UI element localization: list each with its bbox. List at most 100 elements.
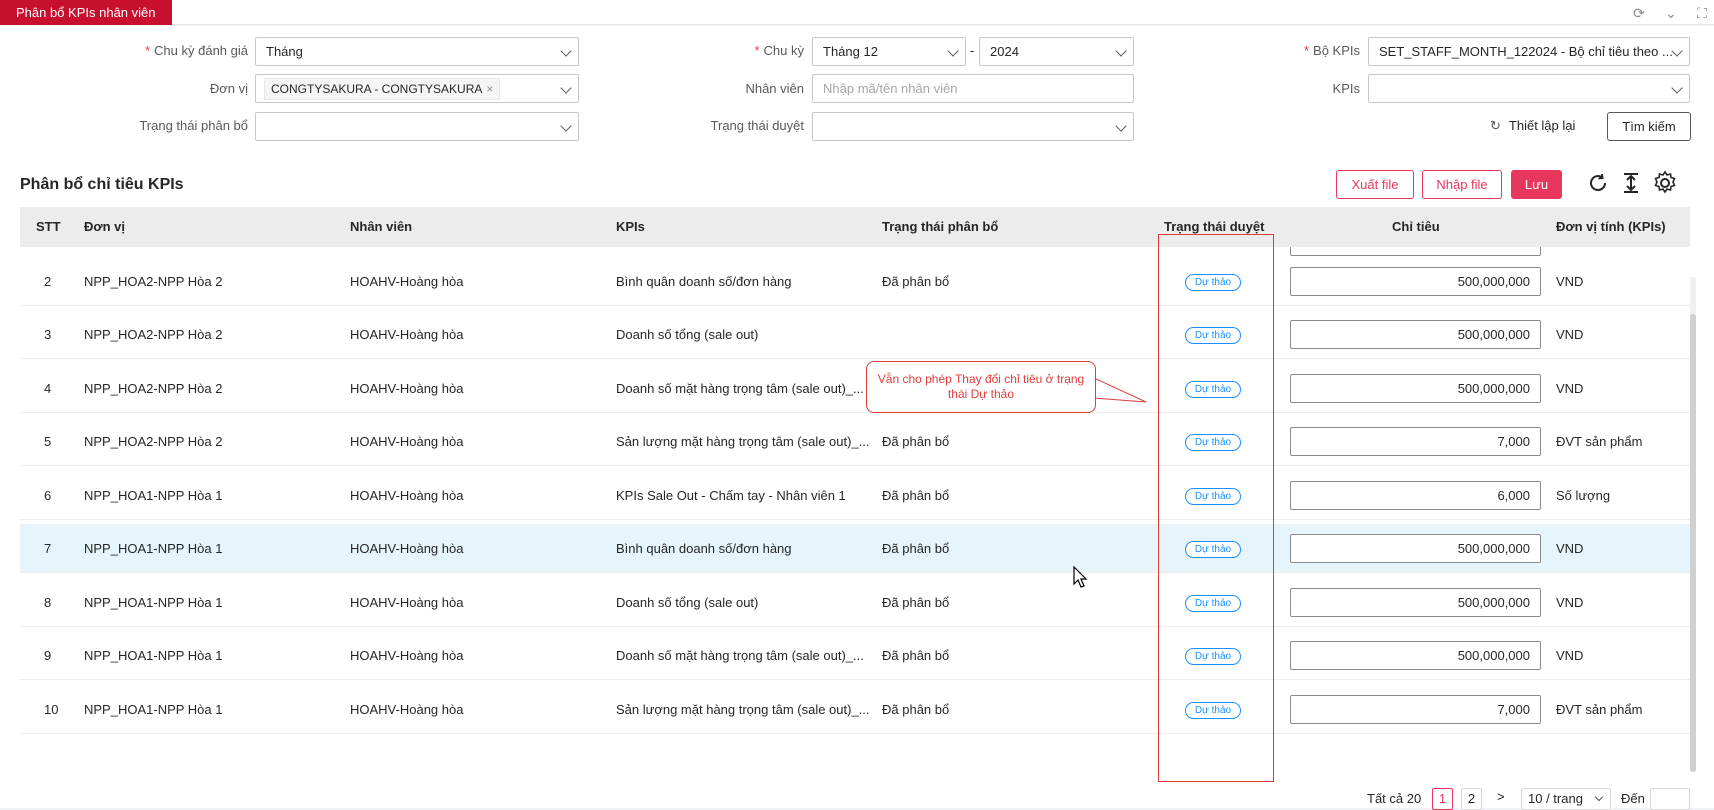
staff-search-input[interactable]: Nhập mã/tên nhân viên xyxy=(812,74,1134,103)
unit-multiselect[interactable]: CONGTYSAKURA - CONGTYSAKURA × xyxy=(255,74,579,103)
cell-alloc-status: Đã phân bổ xyxy=(882,541,950,556)
chevron-down-icon xyxy=(1115,45,1127,57)
target-input[interactable]: 500,000,000 xyxy=(1290,641,1541,670)
cell-staff: HOAHV-Hoàng hòa xyxy=(350,381,464,396)
cell-staff: HOAHV-Hoàng hòa xyxy=(350,648,464,663)
cell-unit: NPP_HOA2-NPP Hòa 2 xyxy=(84,381,223,396)
cell-uom: ĐVT sản phẩm xyxy=(1556,434,1643,449)
refresh-icon: ↻ xyxy=(1490,118,1501,133)
table-header: STT Đơn vị Nhân viên KPIs Trạng thái phâ… xyxy=(20,207,1690,247)
target-input[interactable]: 500,000,000 xyxy=(1290,588,1541,617)
reset-button[interactable]: ↻ Thiết lập lại xyxy=(1490,118,1575,134)
cell-stt: 8 xyxy=(44,595,52,610)
target-input[interactable]: 6,000 xyxy=(1290,481,1541,510)
col-stt[interactable]: STT xyxy=(36,207,61,247)
mouse-cursor-icon xyxy=(1073,566,1088,588)
cell-kpi: Doanh số tổng (sale out) xyxy=(616,327,759,342)
cell-kpi: Sản lượng mặt hàng trọng tâm (sale out)_… xyxy=(616,702,870,717)
col-approve-status[interactable]: Trạng thái duyệt xyxy=(1164,207,1264,247)
import-button[interactable]: Nhập file xyxy=(1422,170,1502,199)
unit-tag: CONGTYSAKURA - CONGTYSAKURA × xyxy=(264,78,501,100)
cell-unit: NPP_HOA2-NPP Hòa 2 xyxy=(84,434,223,449)
cell-kpi: Bình quân doanh số/đơn hàng xyxy=(616,541,792,556)
col-kpis[interactable]: KPIs xyxy=(616,207,645,247)
unit-label: Đơn vị xyxy=(209,81,248,96)
table-row[interactable]: 8 NPP_HOA1-NPP Hòa 1 HOAHV-Hoàng hòa Doa… xyxy=(20,578,1690,627)
status-badge: Dự thảo xyxy=(1185,595,1241,612)
column-height-icon[interactable] xyxy=(1618,170,1644,196)
table-row[interactable]: 6 NPP_HOA1-NPP Hòa 1 HOAHV-Hoàng hòa KPI… xyxy=(20,471,1690,520)
search-button[interactable]: Tìm kiếm xyxy=(1607,112,1691,141)
status-badge: Dự thảo xyxy=(1185,541,1241,558)
cell-stt: 9 xyxy=(44,648,52,663)
cell-uom: VND xyxy=(1556,595,1584,610)
annotation-callout: Vẫn cho phép Thay đổi chỉ tiêu ở trạng t… xyxy=(866,361,1096,413)
chevron-down-icon[interactable]: ⌄ xyxy=(1661,4,1681,22)
main-panel: * Chu kỳ đánh giá Tháng * Chu kỳ Tháng 12 … xyxy=(0,26,1714,810)
cell-staff: HOAHV-Hoàng hòa xyxy=(350,327,464,342)
cell-uom: VND xyxy=(1556,541,1584,556)
kpis-select[interactable] xyxy=(1368,74,1690,103)
kpiset-label: * Bộ KPIs xyxy=(1303,43,1360,58)
target-input[interactable]: 500,000,000 xyxy=(1290,374,1541,403)
target-input[interactable]: 500,000,000 xyxy=(1290,267,1541,296)
table-row[interactable]: 9 NPP_HOA1-NPP Hòa 1 HOAHV-Hoàng hòa Doa… xyxy=(20,631,1690,680)
page-size-select[interactable]: 10 / trang xyxy=(1521,788,1611,810)
kpiset-select[interactable]: SET_STAFF_MONTH_122024 - Bộ chỉ tiêu the… xyxy=(1368,37,1690,66)
status-badge: Dự thảo xyxy=(1185,381,1241,398)
page-1-button[interactable]: 1 xyxy=(1432,788,1453,810)
export-button[interactable]: Xuất file xyxy=(1336,170,1414,199)
table-row[interactable]: 2 NPP_HOA2-NPP Hòa 2 HOAHV-Hoàng hòa Bìn… xyxy=(20,257,1690,306)
col-uom[interactable]: Đơn vị tính (KPIs) xyxy=(1556,207,1666,247)
target-input[interactable]: 500,000,000 xyxy=(1290,534,1541,563)
table-row-partial xyxy=(20,247,1690,257)
period-label: * Chu kỳ xyxy=(754,43,804,58)
cell-uom: VND xyxy=(1556,648,1584,663)
cycle-select[interactable]: Tháng xyxy=(255,37,579,66)
col-unit[interactable]: Đơn vị xyxy=(84,207,125,247)
col-target[interactable]: Chỉ tiêu xyxy=(1392,207,1440,247)
cell-unit: NPP_HOA2-NPP Hòa 2 xyxy=(84,327,223,342)
cell-alloc-status: Đã phân bổ xyxy=(882,648,950,663)
cell-staff: HOAHV-Hoàng hòa xyxy=(350,274,464,289)
refresh-icon[interactable]: ⟳ xyxy=(1629,4,1649,22)
target-input[interactable]: 500,000,000 xyxy=(1290,320,1541,349)
goto-page-input[interactable] xyxy=(1650,788,1690,810)
tag-remove-icon[interactable]: × xyxy=(486,82,493,96)
table-row[interactable]: 3 NPP_HOA2-NPP Hòa 2 HOAHV-Hoàng hòa Doa… xyxy=(20,310,1690,359)
chevron-down-icon xyxy=(1594,792,1604,802)
target-input-partial[interactable] xyxy=(1290,247,1541,256)
cell-alloc-status: Đã phân bổ xyxy=(882,434,950,449)
table-row[interactable]: 5 NPP_HOA2-NPP Hòa 2 HOAHV-Hoàng hòa Sản… xyxy=(20,417,1690,466)
period-year-select[interactable]: 2024 xyxy=(979,37,1134,66)
settings-icon[interactable] xyxy=(1652,170,1678,196)
next-page-button[interactable]: > xyxy=(1497,789,1505,804)
cell-kpi: Doanh số mặt hàng trọng tâm (sale out)_.… xyxy=(616,381,864,396)
chevron-down-icon xyxy=(1671,82,1683,94)
page-2-button[interactable]: 2 xyxy=(1461,788,1482,810)
cell-kpi: Doanh số mặt hàng trọng tâm (sale out)_.… xyxy=(616,648,864,663)
cell-kpi: Bình quân doanh số/đơn hàng xyxy=(616,274,792,289)
col-staff[interactable]: Nhân viên xyxy=(350,207,412,247)
table-row[interactable]: 4 NPP_HOA2-NPP Hòa 2 HOAHV-Hoàng hòa Doa… xyxy=(20,364,1690,413)
reload-icon[interactable] xyxy=(1585,170,1611,196)
period-month-select[interactable]: Tháng 12 xyxy=(812,37,966,66)
expand-icon[interactable]: ⛶ xyxy=(1692,4,1712,22)
save-button[interactable]: Lưu xyxy=(1511,170,1562,199)
goto-label: Đến xyxy=(1621,791,1645,806)
cell-alloc-status: Đã phân bổ xyxy=(882,702,950,717)
table-row[interactable]: 10 NPP_HOA1-NPP Hòa 1 HOAHV-Hoàng hòa Sả… xyxy=(20,685,1690,734)
table-row[interactable]: 7 NPP_HOA1-NPP Hòa 1 HOAHV-Hoàng hòa Bìn… xyxy=(20,524,1690,573)
status-badge: Dự thảo xyxy=(1185,274,1241,291)
cycle-label: * Chu kỳ đánh giá xyxy=(144,43,248,58)
status-badge: Dự thảo xyxy=(1185,648,1241,665)
col-alloc-status[interactable]: Trạng thái phân bổ xyxy=(882,207,998,247)
cell-staff: HOAHV-Hoàng hòa xyxy=(350,702,464,717)
table-scrollbar[interactable] xyxy=(1690,314,1696,772)
target-input[interactable]: 7,000 xyxy=(1290,427,1541,456)
target-input[interactable]: 7,000 xyxy=(1290,695,1541,724)
alloc-status-select[interactable] xyxy=(255,112,579,141)
pagination-total: Tất cả 20 xyxy=(1367,791,1422,806)
approve-status-select[interactable] xyxy=(812,112,1134,141)
tab-kpi-allocation[interactable]: Phân bổ KPIs nhân viên xyxy=(0,0,172,25)
